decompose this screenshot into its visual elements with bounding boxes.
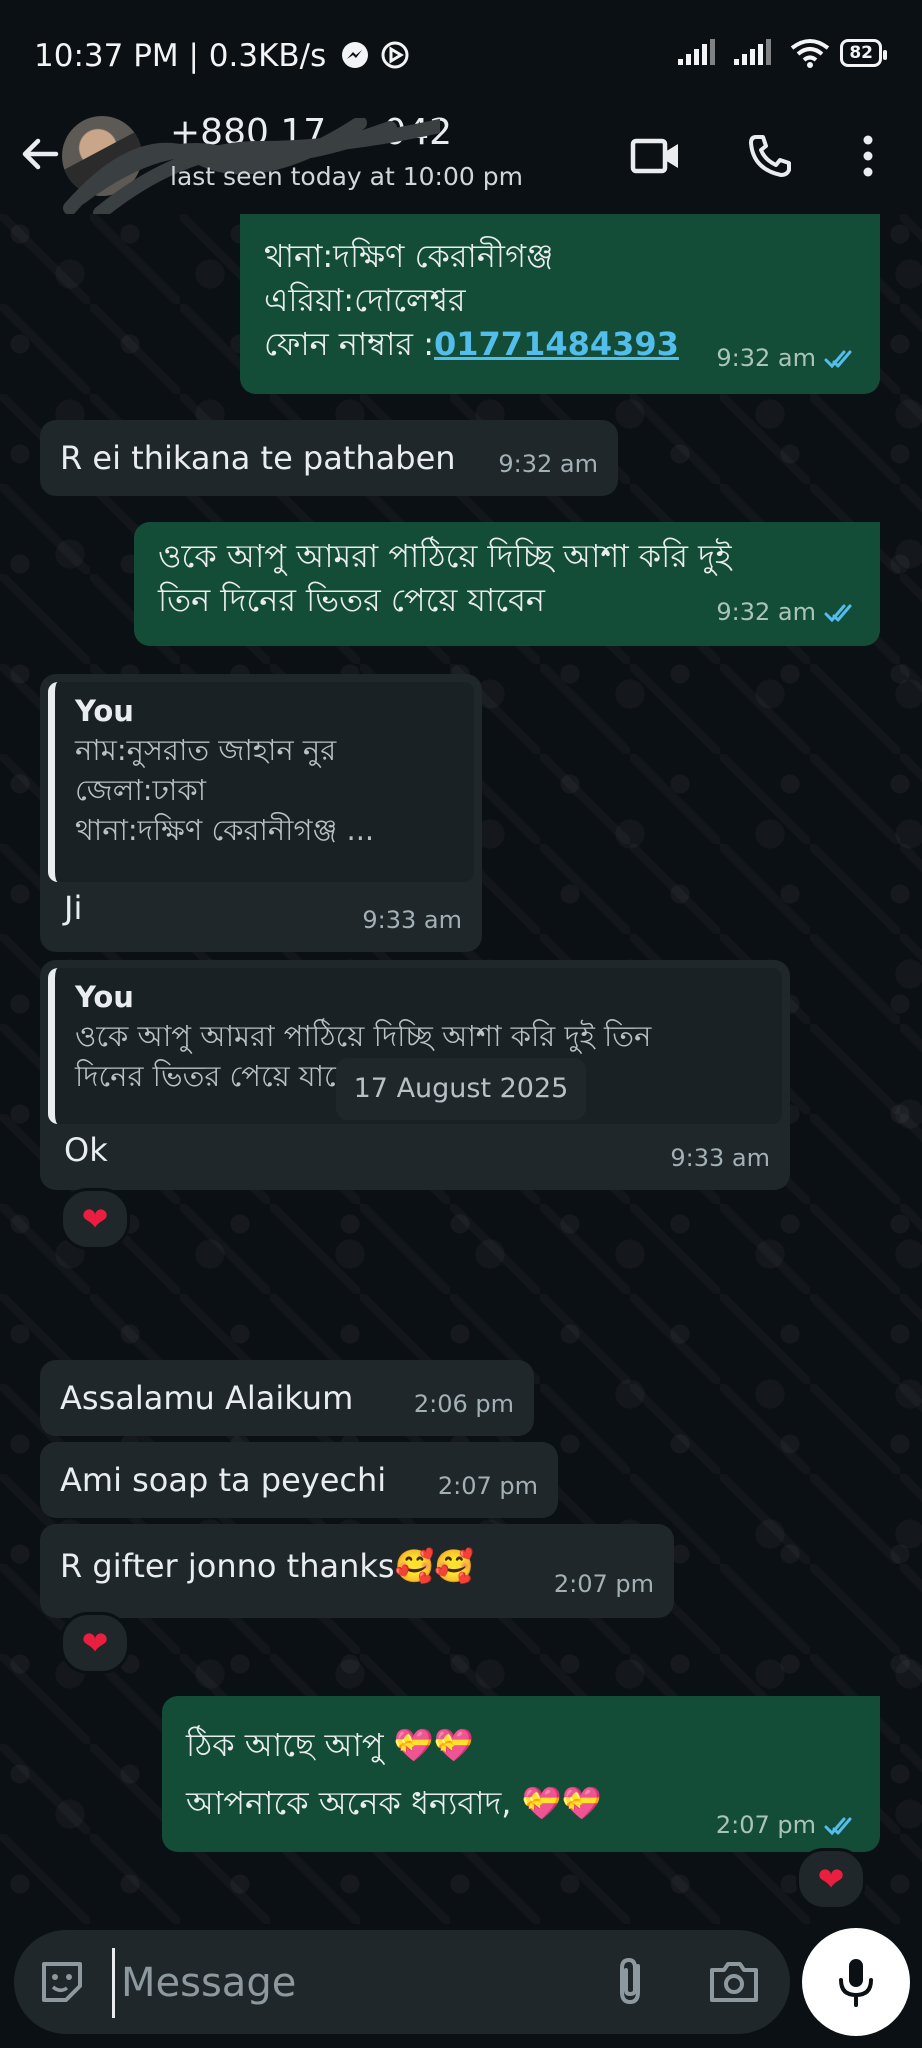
voice-call-button[interactable]	[742, 128, 798, 184]
message-time: 9:32 am	[716, 336, 860, 380]
message-line: থানা:দক্ষিণ কেরানীগঞ্জ	[264, 237, 554, 275]
message-line: ঠিক আছে আপু 💝💝	[186, 1726, 474, 1764]
quote-line: ওকে আপু আমরা পাঠিয়ে দিচ্ছি আশা করি দুই …	[75, 1019, 652, 1053]
message-incoming[interactable]: Assalamu Alaikum 2:06 pm	[40, 1360, 534, 1436]
emoji-sticker-icon[interactable]	[36, 1956, 88, 2008]
message-input[interactable]	[112, 1948, 603, 2018]
status-time-speed: 10:37 PM | 0.3KB/s	[34, 38, 410, 74]
message-incoming[interactable]: Ami soap ta peyechi 2:07 pm	[40, 1442, 558, 1518]
message-incoming[interactable]: R ei thikana te pathaben 9:32 am	[40, 420, 618, 496]
sync-icon	[381, 41, 409, 69]
battery-indicator: 82	[840, 39, 887, 67]
attachment-paperclip-icon[interactable]	[602, 1952, 662, 2012]
message-line: এরিয়া:দোলেশ্বর	[264, 281, 466, 319]
message-time: 2:07 pm	[437, 1472, 538, 1500]
message-outgoing[interactable]: ঠিক আছে আপু 💝💝 আপনাকে অনেক ধন্যবাদ, 💝💝 2…	[162, 1696, 880, 1852]
read-ticks-icon	[824, 604, 852, 623]
message-text: R ei thikana te pathaben	[60, 439, 456, 477]
voice-message-button[interactable]	[802, 1928, 910, 2036]
reaction-heart[interactable]: ❤	[60, 1188, 130, 1250]
message-incoming[interactable]: R gifter jonno thanks🥰🥰 2:07 pm	[40, 1524, 674, 1618]
status-bar: 10:37 PM | 0.3KB/s 82	[0, 0, 922, 108]
message-text: R gifter jonno thanks🥰🥰	[60, 1547, 475, 1585]
message-line: ওকে আপু আমরা পাঠিয়ে দিচ্ছি আশা করি দুই	[158, 537, 732, 575]
read-ticks-icon	[824, 1817, 852, 1836]
message-time: 2:06 pm	[413, 1390, 514, 1418]
message-incoming-reply[interactable]: You নাম:নুসরাত জাহান নুর জেলা:ঢাকা থানা:…	[40, 674, 482, 952]
more-options-button[interactable]	[840, 128, 896, 184]
date-separator: 17 August 2025	[336, 1058, 586, 1120]
more-vertical-icon	[863, 135, 873, 177]
reaction-heart[interactable]: ❤	[796, 1848, 866, 1910]
video-camera-icon	[630, 138, 678, 174]
message-time: 2:07 pm	[716, 1810, 860, 1840]
back-arrow-icon[interactable]	[16, 130, 64, 178]
message-time: 2:07 pm	[553, 1570, 654, 1598]
message-time: 9:33 am	[362, 906, 462, 934]
message-text: Ok	[64, 1131, 108, 1169]
quote-line: জেলা:ঢাকা	[75, 773, 207, 807]
message-time: 9:32 am	[716, 590, 860, 634]
last-seen-status: last seen today at 10:00 pm	[170, 162, 523, 191]
message-text: Ami soap ta peyechi	[60, 1461, 387, 1499]
phone-number-link[interactable]: 01771484393	[434, 325, 679, 363]
signal-icon	[678, 39, 716, 65]
quote-line: থানা:দক্ষিণ কেরানীগঞ্জ ...	[75, 813, 375, 847]
signal-icon-2	[734, 39, 772, 65]
phone-label: ফোন নাম্বার :	[264, 325, 434, 363]
message-outgoing-address[interactable]: থানা:দক্ষিণ কেরানীগঞ্জ এরিয়া:দোলেশ্বর ফ…	[240, 214, 880, 394]
message-outgoing[interactable]: ওকে আপু আমরা পাঠিয়ে দিচ্ছি আশা করি দুই …	[134, 522, 880, 646]
quote-author: You	[75, 694, 134, 728]
messenger-notification-icon	[342, 42, 369, 68]
reaction-heart[interactable]: ❤	[60, 1612, 130, 1674]
status-icons: 82	[678, 38, 887, 68]
message-time: 9:33 am	[670, 1144, 770, 1172]
message-text: Ji	[64, 889, 83, 927]
message-composer	[14, 1930, 790, 2034]
chat-header: +880 17 ....042 last seen today at 10:00…	[0, 108, 922, 218]
read-ticks-icon	[824, 350, 852, 369]
microphone-icon	[839, 1959, 873, 2007]
quote-author: You	[75, 980, 134, 1014]
quoted-message[interactable]: You নাম:নুসরাত জাহান নুর জেলা:ঢাকা থানা:…	[48, 682, 474, 882]
wifi-icon	[791, 39, 830, 68]
quote-line: নাম:নুসরাত জাহান নুর	[75, 733, 337, 767]
message-time: 9:32 am	[498, 450, 598, 478]
message-text: Assalamu Alaikum	[60, 1379, 354, 1417]
phone-icon	[749, 135, 791, 177]
video-call-button[interactable]	[628, 128, 684, 184]
camera-icon[interactable]	[704, 1952, 764, 2012]
